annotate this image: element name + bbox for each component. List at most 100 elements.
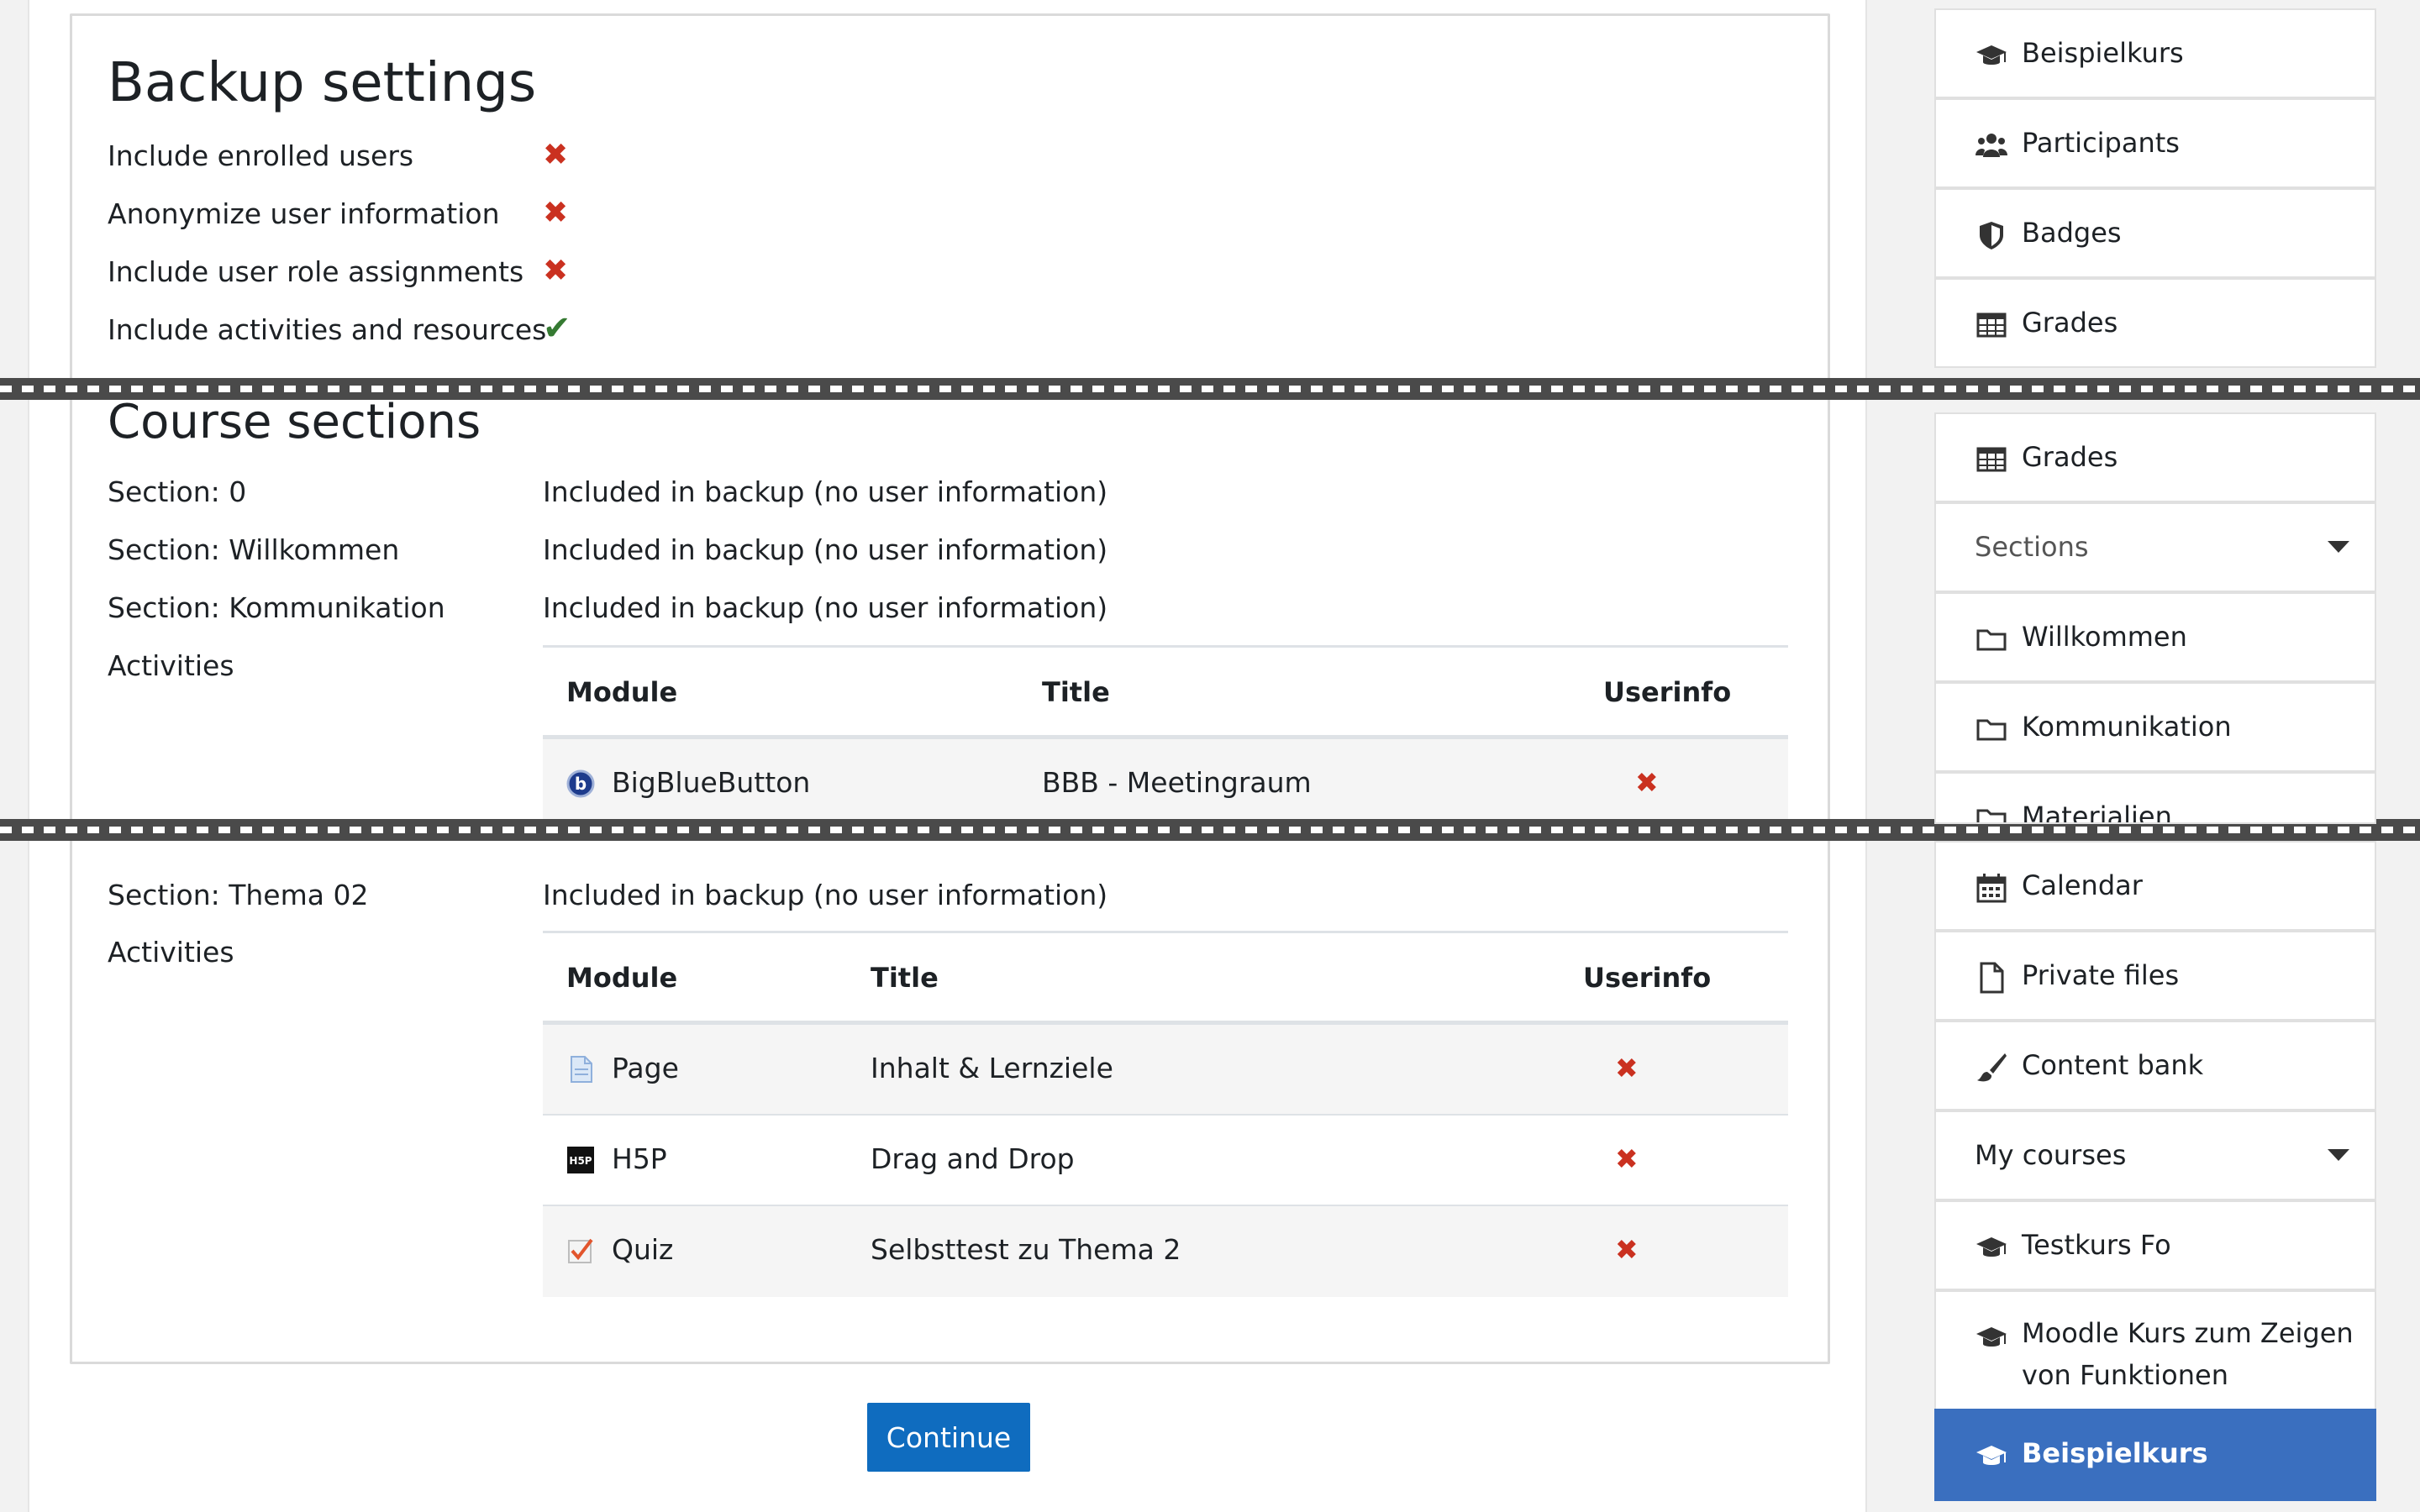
sidebar-item-label: Materialien: [2022, 801, 2172, 824]
module-name: Page: [612, 1052, 679, 1084]
column-header-userinfo: Userinfo: [1583, 962, 1712, 994]
sidebar-item-calendar[interactable]: Calendar: [1934, 841, 2376, 931]
users-icon: [1975, 134, 2007, 157]
folder-icon: [1976, 809, 2007, 822]
sidebar-item-grades[interactable]: Grades: [1934, 278, 2376, 368]
paintbrush-icon: [1977, 1053, 2007, 1082]
sidebar-item-beispielkurs[interactable]: Beispielkurs: [1934, 8, 2376, 98]
column-header-userinfo: Userinfo: [1603, 676, 1732, 708]
activities-label: Activities: [108, 936, 234, 969]
column-header-title: Title: [871, 962, 939, 994]
sidebar-item-willkommen[interactable]: Willkommen: [1934, 592, 2376, 682]
table-row: Quiz Selbsttest zu Thema 2 ✖: [543, 1206, 1788, 1297]
setting-label: Include user role assignments: [108, 255, 524, 288]
sidebar-item-grades[interactable]: Grades: [1934, 412, 2376, 502]
excluded-icon: ✖: [543, 138, 569, 172]
graduation-cap-icon: [1976, 1446, 2007, 1465]
graduation-cap-icon: [1976, 1327, 2007, 1347]
table-icon: [1976, 312, 2007, 338]
section-status: Included in backup (no user information): [543, 879, 1108, 911]
table-row: H5P H5P Drag and Drop ✖: [543, 1116, 1788, 1206]
section-status: Included in backup (no user information): [543, 591, 1108, 624]
activities-table: Module Title Userinfo Page Inhalt & Lern…: [543, 931, 1788, 1297]
page-title: Backup settings: [108, 52, 537, 114]
table-icon: [1976, 447, 2007, 472]
calendar-icon: [1976, 874, 2007, 903]
graduation-cap-icon: [1976, 1237, 2007, 1257]
userinfo-excluded-icon: ✖: [1635, 766, 1659, 799]
activities-label: Activities: [108, 649, 234, 682]
sidebar-sections-toggle[interactable]: Sections: [1934, 502, 2376, 592]
setting-label: Anonymize user information: [108, 197, 500, 230]
sidebar-item-label: Participants: [2022, 127, 2180, 159]
activity-title: Drag and Drop: [871, 1142, 1075, 1175]
sidebar-item-moodle-kurs[interactable]: Moodle Kurs zum Zeigen von Funktionen: [1934, 1290, 2376, 1420]
continue-button[interactable]: Continue: [867, 1403, 1030, 1472]
module-name: BigBlueButton: [612, 766, 811, 799]
activity-title: Inhalt & Lernziele: [871, 1052, 1113, 1084]
setting-label: Include activities and resources: [108, 313, 547, 346]
sidebar-item-label: Grades: [2022, 441, 2118, 473]
sidebar-item-materialien[interactable]: Materialien: [1934, 772, 2376, 824]
sidebar-item-beispielkurs-active[interactable]: Beispielkurs: [1934, 1409, 2376, 1501]
sidebar-item-label: Beispielkurs: [2022, 1437, 2208, 1469]
module-name: H5P: [612, 1142, 667, 1175]
column-header-title: Title: [1042, 676, 1110, 708]
column-header-module: Module: [566, 676, 678, 708]
sidebar-item-label: Private files: [2022, 959, 2180, 991]
svg-text:b: b: [575, 774, 587, 794]
sidebar-item-kommunikation[interactable]: Kommunikation: [1934, 682, 2376, 772]
sidebar-item-label: Content bank: [2022, 1049, 2204, 1081]
section-label: Section: 0: [108, 475, 247, 508]
shield-icon: [1980, 222, 2003, 249]
sidebar-item-testkurs-fo[interactable]: Testkurs Fo: [1934, 1200, 2376, 1290]
sidebar-item-label: Willkommen: [2022, 621, 2187, 653]
sidebar-item-label: Badges: [2022, 217, 2122, 249]
sidebar-item-private-files[interactable]: Private files: [1934, 931, 2376, 1021]
course-navigation-drawer: Beispielkurs Participants Badges Grades …: [1934, 0, 2376, 1512]
file-icon: [1980, 962, 2004, 994]
section-status: Included in backup (no user information): [543, 475, 1108, 508]
userinfo-excluded-icon: ✖: [1615, 1142, 1639, 1175]
sidebar-item-label: Moodle Kurs zum Zeigen von Funktionen: [2022, 1317, 2354, 1391]
svg-text:H5P: H5P: [569, 1155, 592, 1167]
section-label: Section: Kommunikation: [108, 591, 445, 624]
section-status: Included in backup (no user information): [543, 533, 1108, 566]
sidebar-item-label: Calendar: [2022, 869, 2143, 901]
bigbluebutton-icon: b: [566, 769, 595, 798]
sidebar-item-label: Sections: [1975, 531, 2089, 563]
setting-label: Include enrolled users: [108, 139, 414, 172]
table-row: b BigBlueButton BBB - Meetingraum ✖: [543, 739, 1788, 830]
sidebar-item-label: Grades: [2022, 307, 2118, 339]
graduation-cap-icon: [1976, 45, 2007, 65]
section-label: Section: Willkommen: [108, 533, 400, 566]
column-header-module: Module: [566, 962, 678, 994]
activities-table: Module Title Userinfo b BigBlueButton BB…: [543, 645, 1788, 830]
table-header: Module Title Userinfo: [543, 645, 1788, 739]
section-label: Section: Thema 02: [108, 879, 369, 911]
h5p-icon: H5P: [567, 1147, 594, 1173]
module-name: Quiz: [612, 1233, 674, 1266]
sidebar-item-label: My courses: [1975, 1139, 2127, 1171]
folder-icon: [1976, 629, 2007, 651]
sidebar-item-label: Testkurs Fo: [2022, 1229, 2171, 1261]
quiz-icon: [568, 1238, 593, 1263]
userinfo-excluded-icon: ✖: [1615, 1052, 1639, 1084]
folder-icon: [1976, 719, 2007, 741]
sidebar-item-participants[interactable]: Participants: [1934, 98, 2376, 188]
caret-down-icon: [2328, 541, 2349, 553]
section-title: Course sections: [108, 395, 481, 449]
sidebar-item-content-bank[interactable]: Content bank: [1934, 1021, 2376, 1110]
sidebar-item-badges[interactable]: Badges: [1934, 188, 2376, 278]
sidebar-item-label: Beispielkurs: [2022, 37, 2184, 69]
table-row: Page Inhalt & Lernziele ✖: [543, 1025, 1788, 1116]
included-icon: ✔: [543, 309, 571, 348]
excluded-icon: ✖: [543, 196, 569, 230]
caret-down-icon: [2328, 1149, 2349, 1161]
sidebar-item-label: Kommunikation: [2022, 711, 2232, 743]
sidebar-my-courses-toggle[interactable]: My courses: [1934, 1110, 2376, 1200]
page-icon: [571, 1056, 592, 1083]
userinfo-excluded-icon: ✖: [1615, 1233, 1639, 1266]
activity-title: BBB - Meetingraum: [1042, 766, 1312, 799]
activity-title: Selbsttest zu Thema 2: [871, 1233, 1181, 1266]
